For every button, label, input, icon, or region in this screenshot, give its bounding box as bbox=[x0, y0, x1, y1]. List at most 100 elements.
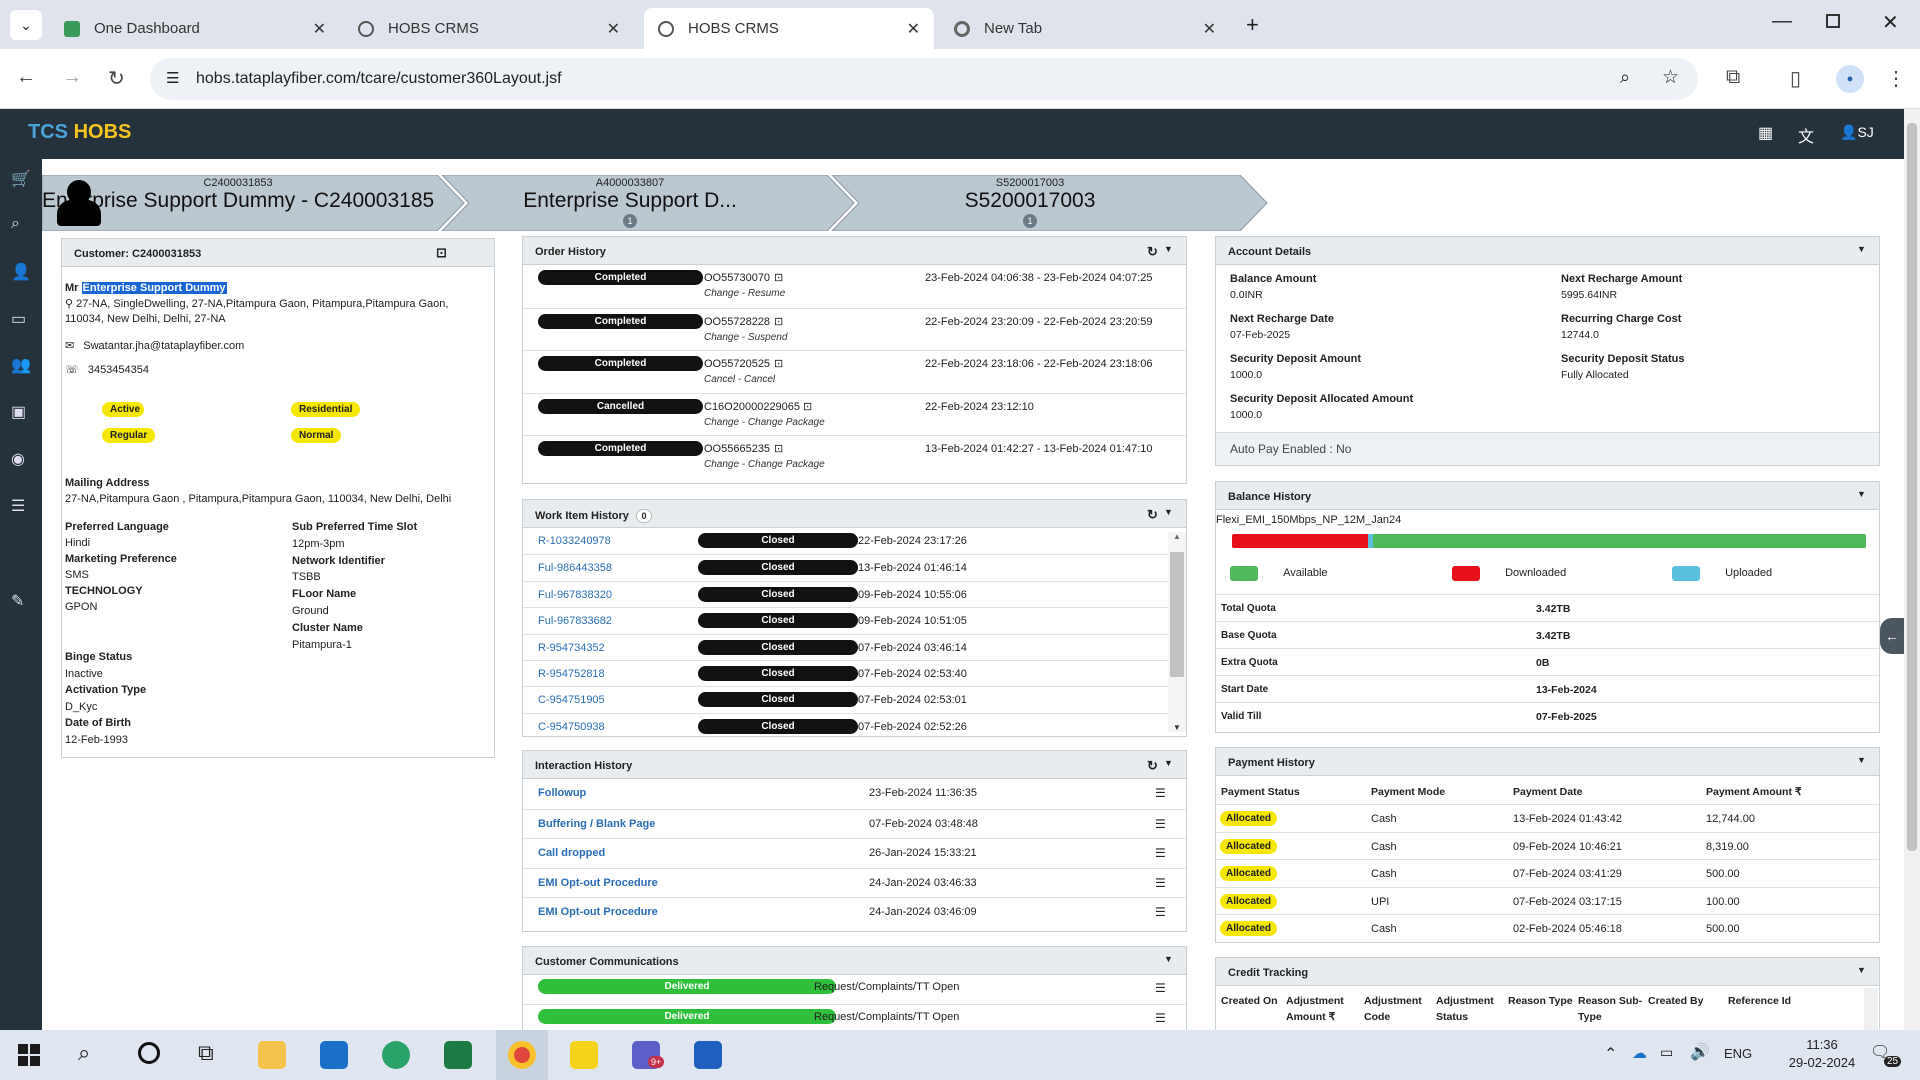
expand-icon[interactable]: ⊡ bbox=[436, 245, 447, 261]
file-explorer-icon[interactable] bbox=[258, 1041, 286, 1069]
tcs-hobs-logo[interactable]: TCS HOBS bbox=[28, 121, 131, 144]
cart-icon[interactable]: 🛒 bbox=[11, 169, 31, 189]
order-id[interactable]: OO55730070 bbox=[704, 272, 770, 284]
browser-menu-icon[interactable]: ⋮ bbox=[1886, 66, 1906, 91]
order-row[interactable]: Completed OO55728228 ⊡ Change - Suspend 22-F… bbox=[523, 307, 1186, 350]
order-id[interactable]: OO55720525 bbox=[704, 358, 770, 370]
scrollbar-thumb[interactable] bbox=[1170, 552, 1184, 677]
refresh-icon[interactable]: ↻ bbox=[1147, 507, 1158, 523]
order-details-icon[interactable]: ⊡ bbox=[774, 315, 783, 328]
communication-row[interactable]: Delivered Request/Complaints/TT Open ☰ bbox=[523, 975, 1186, 1004]
order-details-icon[interactable]: ⊡ bbox=[774, 442, 783, 455]
battery-icon[interactable]: ▭ bbox=[1660, 1044, 1673, 1061]
minimize-icon[interactable]: — bbox=[1772, 10, 1792, 33]
task-view-icon[interactable]: ⧉ bbox=[198, 1040, 214, 1066]
work-item-id[interactable]: C-954750938 bbox=[538, 721, 605, 733]
order-row[interactable]: Completed OO55665235 ⊡ Change - Change Pack… bbox=[523, 435, 1186, 477]
excel-icon[interactable] bbox=[444, 1041, 472, 1069]
order-details-icon[interactable]: ⊡ bbox=[803, 400, 812, 413]
tab-new-tab[interactable]: New Tab ✕ bbox=[940, 8, 1230, 49]
interaction-row[interactable]: Call dropped 26-Jan-2024 15:33:21 ☰ bbox=[523, 838, 1186, 867]
user-menu[interactable]: 👤SJ bbox=[1840, 124, 1874, 141]
user-icon[interactable]: 👤 bbox=[11, 262, 31, 282]
word-icon[interactable] bbox=[694, 1041, 722, 1069]
work-item-row[interactable]: Ful-967838320 Closed 09-Feb-2024 10:55:06 bbox=[523, 580, 1171, 607]
work-item-id[interactable]: R-954752818 bbox=[538, 668, 605, 680]
list-icon[interactable]: ☰ bbox=[11, 496, 25, 516]
chevron-down-icon[interactable]: ▼ bbox=[1857, 965, 1866, 975]
list-icon[interactable]: ☰ bbox=[1155, 786, 1166, 800]
volume-icon[interactable]: 🔊 bbox=[1690, 1042, 1710, 1062]
sticky-notes-icon[interactable] bbox=[570, 1041, 598, 1069]
back-arrow-icon[interactable]: ← bbox=[16, 66, 36, 89]
chevron-down-icon[interactable]: ▼ bbox=[1164, 507, 1173, 517]
outlook-icon[interactable] bbox=[320, 1041, 348, 1069]
order-row[interactable]: Cancelled C16O20000229065 ⊡ Change - Change… bbox=[523, 392, 1186, 435]
scroll-down-arrow-icon[interactable]: ▼ bbox=[1168, 723, 1186, 732]
language-indicator[interactable]: ENG bbox=[1724, 1046, 1752, 1061]
interaction-name[interactable]: EMI Opt-out Procedure bbox=[538, 906, 658, 918]
order-details-icon[interactable]: ⊡ bbox=[774, 271, 783, 284]
list-icon[interactable]: ☰ bbox=[1155, 981, 1166, 995]
grid-apps-icon[interactable]: ▦ bbox=[1758, 123, 1773, 143]
chevron-down-icon[interactable]: ▼ bbox=[1857, 755, 1866, 765]
site-info-icon[interactable]: ☰ bbox=[166, 69, 179, 87]
order-details-icon[interactable]: ⊡ bbox=[774, 357, 783, 370]
forward-arrow-icon[interactable]: → bbox=[62, 66, 82, 89]
interaction-row[interactable]: Followup 23-Feb-2024 11:36:35 ☰ bbox=[523, 779, 1186, 808]
breadcrumb-account[interactable]: A4000033807 Enterprise Support D... 1 bbox=[460, 177, 800, 228]
side-collapse-handle[interactable]: ← bbox=[1880, 618, 1904, 654]
tray-chevron-icon[interactable]: ⌃ bbox=[1604, 1044, 1617, 1064]
chrome-icon[interactable] bbox=[508, 1041, 536, 1069]
list-icon[interactable]: ☰ bbox=[1155, 817, 1166, 831]
work-item-row[interactable]: C-954751905 Closed 07-Feb-2024 02:53:01 bbox=[523, 686, 1171, 712]
work-item-row[interactable]: Ful-986443358 Closed 13-Feb-2024 01:46:14 bbox=[523, 554, 1171, 580]
chevron-down-icon[interactable]: ▼ bbox=[1857, 489, 1866, 499]
tab-hobs-crms-1[interactable]: HOBS CRMS ✕ bbox=[344, 8, 634, 49]
interaction-row[interactable]: EMI Opt-out Procedure 24-Jan-2024 03:46:0… bbox=[523, 897, 1186, 926]
edge-icon[interactable] bbox=[382, 1041, 410, 1069]
windows-start-icon[interactable] bbox=[18, 1044, 40, 1066]
list-icon[interactable]: ☰ bbox=[1155, 1011, 1166, 1025]
address-bar[interactable]: ☰ hobs.tataplayfiber.com/tcare/customer3… bbox=[150, 58, 1698, 100]
work-item-row[interactable]: R-1033240978 Closed 22-Feb-2024 23:17:26 bbox=[523, 528, 1171, 554]
close-tab-icon[interactable]: ✕ bbox=[1203, 19, 1216, 39]
search-icon[interactable]: ⌕ bbox=[78, 1040, 90, 1066]
onedrive-icon[interactable]: ☁ bbox=[1632, 1044, 1647, 1062]
refresh-icon[interactable]: ↻ bbox=[1147, 244, 1158, 260]
money-icon[interactable]: ▣ bbox=[11, 402, 26, 422]
interaction-row[interactable]: EMI Opt-out Procedure 24-Jan-2024 03:46:3… bbox=[523, 867, 1186, 897]
work-item-id[interactable]: R-1033240978 bbox=[538, 535, 611, 547]
work-item-id[interactable]: Ful-967838320 bbox=[538, 589, 612, 601]
interaction-name[interactable]: Buffering / Blank Page bbox=[538, 818, 655, 830]
list-icon[interactable]: ☰ bbox=[1155, 876, 1166, 890]
customer-name[interactable]: Enterprise Support Dummy bbox=[81, 282, 227, 294]
page-scrollbar[interactable] bbox=[1904, 109, 1920, 1030]
order-id[interactable]: OO55665235 bbox=[704, 443, 770, 455]
page-scrollbar-thumb[interactable] bbox=[1907, 123, 1917, 851]
tab-search-button[interactable]: ⌄ bbox=[10, 10, 42, 40]
work-item-id[interactable]: R-954734352 bbox=[538, 642, 605, 654]
clock[interactable]: 11:36 29-02-2024 bbox=[1782, 1036, 1862, 1072]
cortana-icon[interactable] bbox=[138, 1042, 160, 1064]
chevron-down-icon[interactable]: ▼ bbox=[1164, 758, 1173, 768]
side-panel-icon[interactable]: ▯ bbox=[1790, 66, 1801, 91]
chevron-down-icon[interactable]: ▼ bbox=[1164, 244, 1173, 254]
profile-avatar-icon[interactable]: ● bbox=[1836, 65, 1864, 93]
eraser-icon[interactable]: ✎ bbox=[11, 591, 24, 611]
work-item-scrollbar[interactable]: ▲ ▼ bbox=[1168, 532, 1186, 732]
tab-one-dashboard[interactable]: One Dashboard ✕ bbox=[50, 8, 340, 49]
new-tab-plus-icon[interactable]: + bbox=[1246, 12, 1259, 38]
breadcrumb-service[interactable]: S5200017003 S5200017003 1 bbox=[860, 177, 1200, 228]
order-id[interactable]: OO55728228 bbox=[704, 316, 770, 328]
work-item-row[interactable]: Ful-967833682 Closed 09-Feb-2024 10:51:05 bbox=[523, 607, 1171, 633]
close-tab-icon[interactable]: ✕ bbox=[907, 19, 920, 39]
order-row[interactable]: Completed OO55730070 ⊡ Change - Resume 23-Fe… bbox=[523, 265, 1186, 307]
close-window-icon[interactable]: ✕ bbox=[1882, 10, 1899, 35]
chevron-down-icon[interactable]: ▼ bbox=[1857, 244, 1866, 254]
card-icon[interactable]: ▭ bbox=[11, 309, 26, 329]
close-tab-icon[interactable]: ✕ bbox=[607, 19, 620, 39]
eye-icon[interactable]: ◉ bbox=[11, 449, 25, 469]
list-icon[interactable]: ☰ bbox=[1155, 846, 1166, 860]
communication-row[interactable]: Delivered Request/Complaints/TT Open ☰ bbox=[523, 1004, 1186, 1031]
